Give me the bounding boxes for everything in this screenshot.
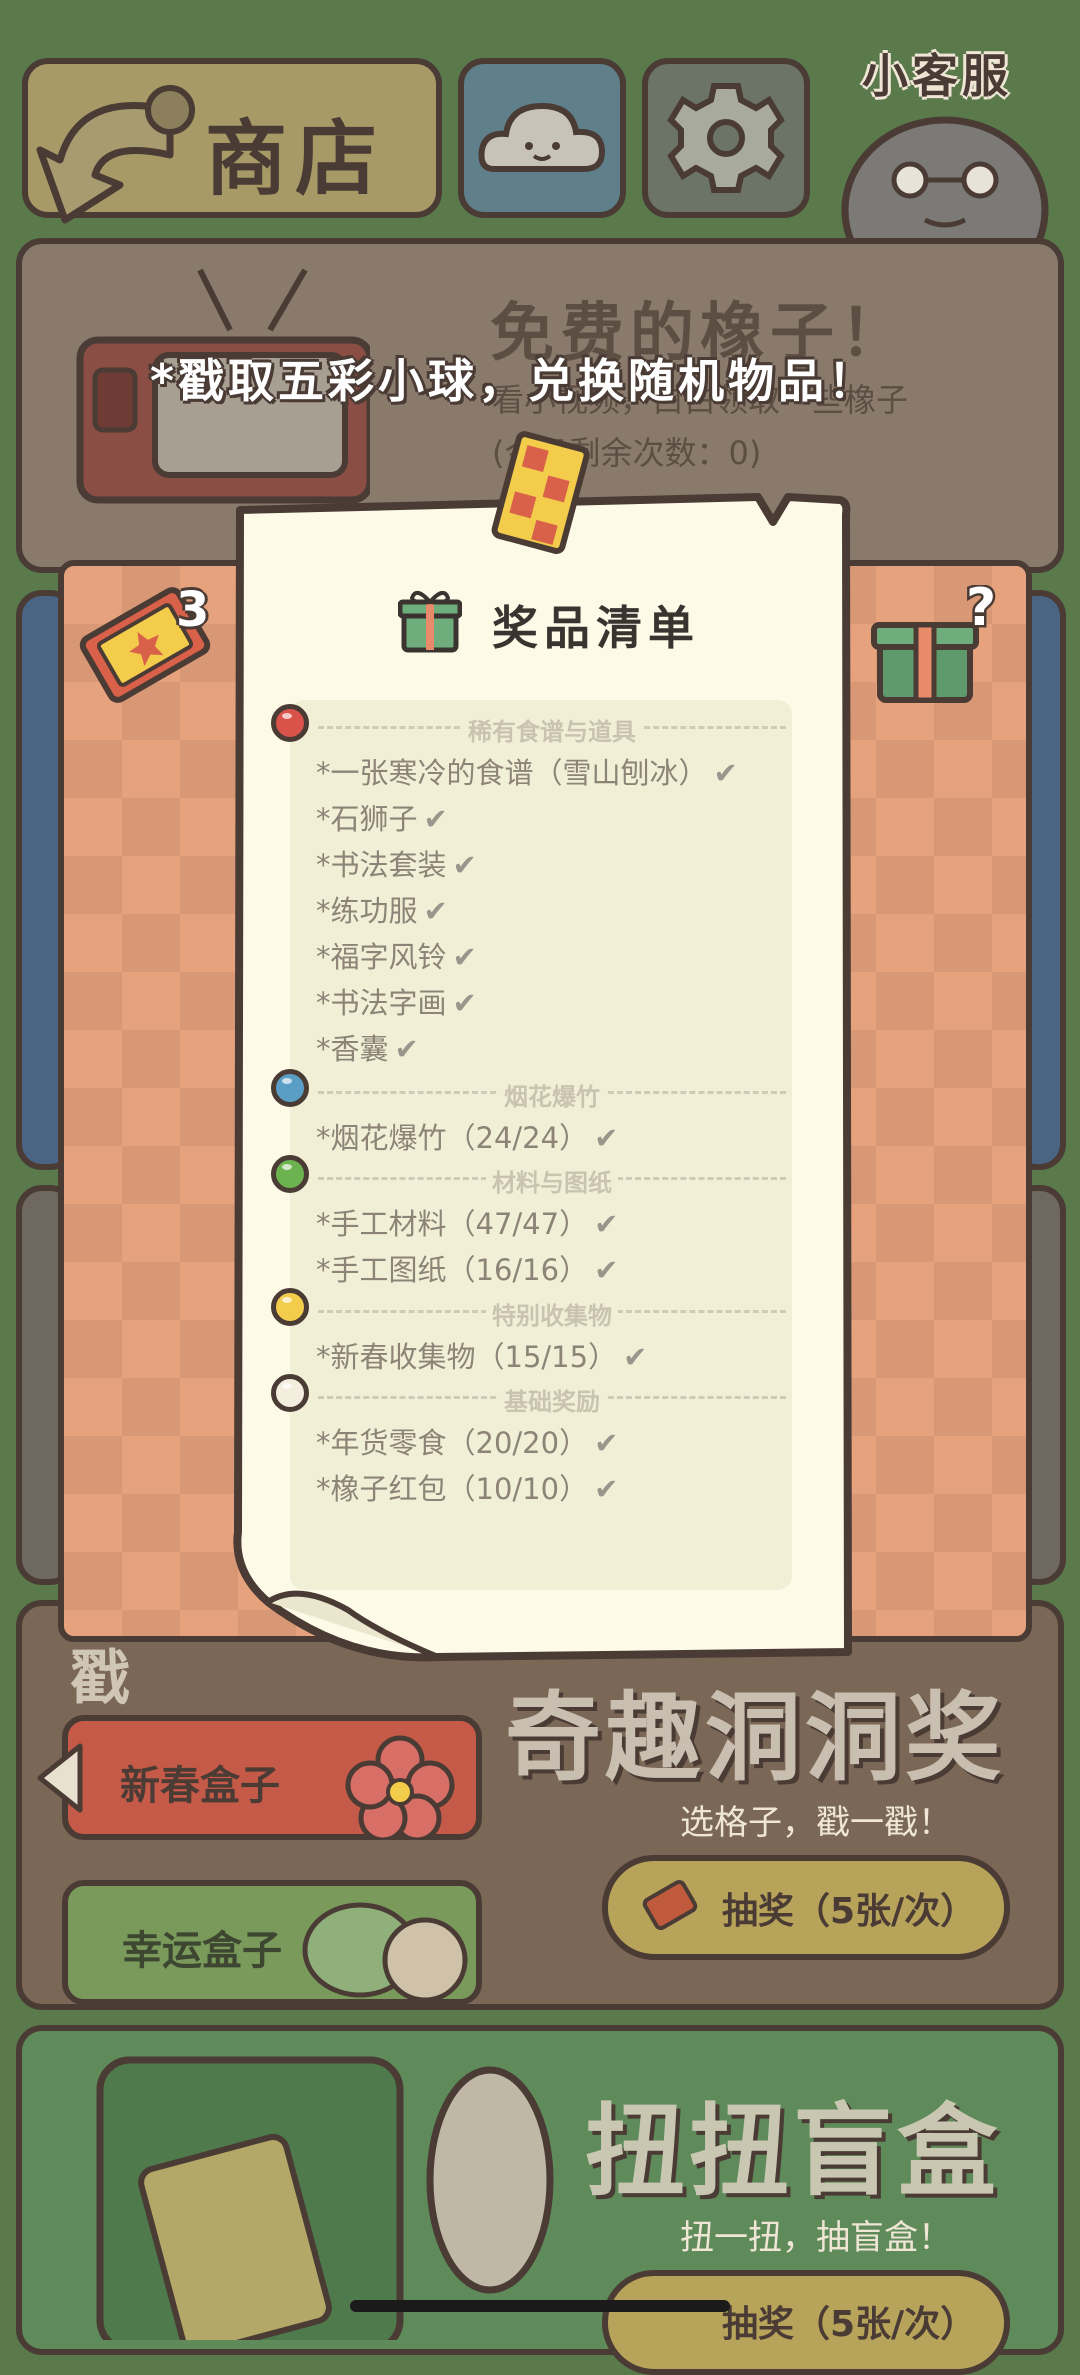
ticket-icon bbox=[640, 1875, 700, 1935]
lottery-title: 奇趣洞洞奖 bbox=[505, 1682, 1005, 1794]
prize-item: *一张寒冷的食谱（雪山刨冰） ✔ bbox=[316, 750, 738, 792]
prize-item: *练功服 ✔ bbox=[316, 888, 448, 930]
prize-section-label: 特别收集物 bbox=[486, 1296, 618, 1331]
customer-service-avatar[interactable] bbox=[830, 100, 1060, 260]
prize-item-label: *年货零食（20/20） bbox=[316, 1426, 589, 1460]
check-icon: ✔ bbox=[452, 848, 477, 882]
prize-item-label: *石狮子 bbox=[316, 802, 418, 836]
prize-item: *书法字画 ✔ bbox=[316, 980, 477, 1022]
home-indicator[interactable] bbox=[350, 2300, 730, 2312]
mystery-gift-icon[interactable]: ? bbox=[870, 585, 1000, 715]
check-icon: ✔ bbox=[713, 756, 738, 790]
svg-text:?: ? bbox=[966, 585, 996, 638]
check-icon: ✔ bbox=[452, 940, 477, 974]
color-ball-icon bbox=[271, 1374, 309, 1412]
tab-newyear-label: 新春盒子 bbox=[120, 1763, 280, 1809]
prize-section-header: 稀有食谱与道具 bbox=[318, 712, 786, 747]
prize-item: *书法套装 ✔ bbox=[316, 842, 477, 884]
prize-section-label: 烟花爆竹 bbox=[498, 1077, 606, 1112]
gacha-subtitle: 扭一扭，抽盲盒！ bbox=[680, 2218, 952, 2258]
lottery-draw-label: 抽奖（5张/次） bbox=[722, 1891, 977, 1932]
gift-icon bbox=[398, 590, 462, 653]
cloud-button[interactable] bbox=[458, 58, 626, 218]
check-icon: ✔ bbox=[452, 986, 477, 1020]
prize-item-label: *香囊 bbox=[316, 1032, 389, 1066]
tab-lucky-label: 幸运盒子 bbox=[122, 1928, 282, 1974]
cloud-icon bbox=[478, 102, 606, 172]
color-ball-icon bbox=[271, 704, 309, 742]
prize-section-header: 特别收集物 bbox=[318, 1296, 786, 1331]
prize-item-label: *手工材料（47/47） bbox=[316, 1207, 589, 1241]
prize-item: *手工图纸（16/16） ✔ bbox=[316, 1247, 618, 1289]
settings-button[interactable] bbox=[642, 58, 810, 218]
check-icon: ✔ bbox=[423, 802, 448, 836]
check-icon: ✔ bbox=[594, 1472, 619, 1506]
shop-label: 商店 bbox=[205, 112, 386, 207]
gacha-draw-label: 抽奖（5张/次） bbox=[722, 2304, 977, 2345]
prize-item: *香囊 ✔ bbox=[316, 1026, 419, 1068]
prize-item-label: *书法字画 bbox=[316, 986, 447, 1020]
back-arrow-icon[interactable] bbox=[20, 70, 210, 260]
check-icon: ✔ bbox=[594, 1207, 619, 1241]
prize-item: *年货零食（20/20） ✔ bbox=[316, 1420, 618, 1462]
popup-headline: *戳取五彩小球，兑换随机物品！ bbox=[150, 354, 879, 408]
gacha-machine-illustration bbox=[96, 2056, 554, 2340]
color-ball-icon bbox=[271, 1069, 309, 1107]
customer-service-label: 小客服 bbox=[862, 49, 1012, 103]
color-ball-icon bbox=[271, 1155, 309, 1193]
arrow-left-icon[interactable] bbox=[30, 1738, 90, 1818]
gear-icon bbox=[667, 83, 785, 193]
prize-section-label: 基础奖励 bbox=[498, 1382, 606, 1417]
prize-item: *新春收集物（15/15） ✔ bbox=[316, 1334, 647, 1376]
stamp-label: 戳 bbox=[70, 1644, 130, 1714]
prize-item-label: *新春收集物（15/15） bbox=[316, 1340, 618, 1374]
lottery-subtitle: 选格子，戳一戳！ bbox=[680, 1803, 952, 1843]
prize-item-label: *烟花爆竹（24/24） bbox=[316, 1121, 589, 1155]
plum-flower-icon bbox=[345, 1735, 455, 1840]
prize-section-header: 基础奖励 bbox=[318, 1382, 786, 1417]
prize-item-label: *一张寒冷的食谱（雪山刨冰） bbox=[316, 756, 708, 790]
color-ball-icon bbox=[271, 1288, 309, 1326]
gacha-title: 扭扭盲盒 bbox=[585, 2093, 1001, 2210]
prize-item-label: *橡子红包（10/10） bbox=[316, 1472, 589, 1506]
prize-item: *福字风铃 ✔ bbox=[316, 934, 477, 976]
check-icon: ✔ bbox=[594, 1253, 619, 1287]
ticket-count: 3 bbox=[176, 582, 210, 638]
prize-section-header: 烟花爆竹 bbox=[318, 1077, 786, 1112]
prize-item-label: *练功服 bbox=[316, 894, 418, 928]
prize-list-title: 奖品清单 bbox=[492, 601, 700, 655]
check-icon: ✔ bbox=[594, 1426, 619, 1460]
prize-item-label: *手工图纸（16/16） bbox=[316, 1253, 589, 1287]
check-icon: ✔ bbox=[423, 894, 448, 928]
prize-section-label: 材料与图纸 bbox=[486, 1163, 618, 1198]
prize-section-label: 稀有食谱与道具 bbox=[462, 712, 642, 747]
check-icon: ✔ bbox=[394, 1032, 419, 1066]
cabbage-illustration bbox=[302, 1902, 468, 2000]
prize-item-label: *福字风铃 bbox=[316, 940, 447, 974]
prize-item: *烟花爆竹（24/24） ✔ bbox=[316, 1115, 618, 1157]
prize-item-label: *书法套装 bbox=[316, 848, 447, 882]
prize-item: *石狮子 ✔ bbox=[316, 796, 448, 838]
check-icon: ✔ bbox=[594, 1121, 619, 1155]
lucky-charm-icon bbox=[491, 431, 590, 555]
check-icon: ✔ bbox=[623, 1340, 648, 1374]
prize-item: *手工材料（47/47） ✔ bbox=[316, 1201, 618, 1243]
prize-item: *橡子红包（10/10） ✔ bbox=[316, 1466, 618, 1508]
prize-section-header: 材料与图纸 bbox=[318, 1163, 786, 1198]
